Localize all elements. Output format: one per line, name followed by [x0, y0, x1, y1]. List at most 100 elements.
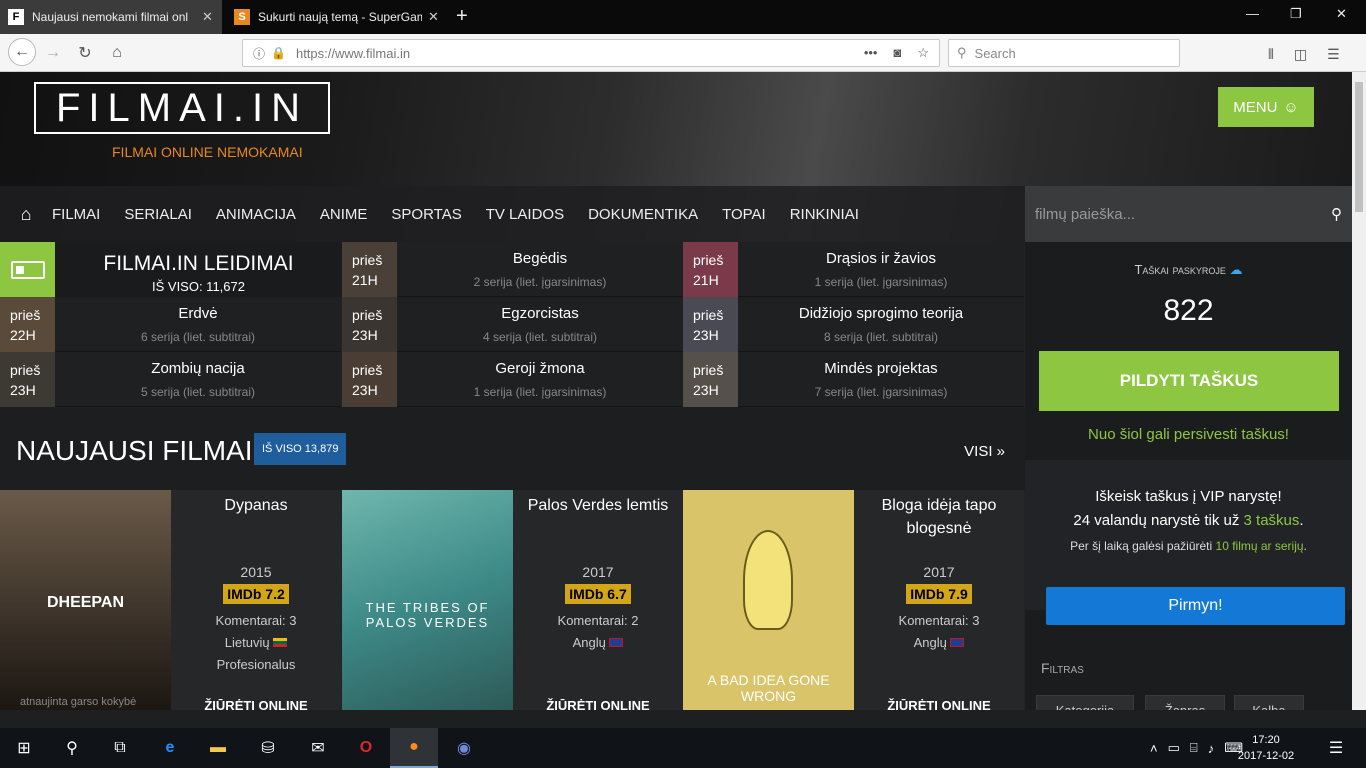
movie-card[interactable]: THE TRIBES OF PALOS VERDES Palos Verdes … — [342, 490, 683, 710]
see-all-link[interactable]: VISI » — [964, 443, 1005, 460]
page-scrollbar[interactable] — [1352, 72, 1366, 710]
minimize-icon[interactable]: — — [1246, 6, 1259, 21]
release-item[interactable]: prieš 21H Drąsios ir žavios 1 serija (lie… — [683, 242, 1024, 297]
address-bar[interactable]: ⓘ 🔒 https://www.filmai.in ••• ◙ ☆ — [242, 39, 940, 67]
battery-tray-icon[interactable]: ▭ — [1168, 740, 1180, 756]
search-icon[interactable]: ⚲ — [1331, 205, 1342, 223]
windows-start-icon[interactable]: ⊞ — [0, 728, 48, 768]
movie-card[interactable]: DHEEPAN atnaujinta garso kokybė Dypanas … — [0, 490, 341, 710]
task-view-icon[interactable]: ⧉ — [96, 728, 144, 768]
nav-tv-laidos[interactable]: TV LAIDOS — [486, 206, 564, 223]
release-thumb: prieš 21H — [342, 242, 397, 297]
sidebar-icon[interactable]: ◫ — [1294, 46, 1307, 63]
release-ago: prieš — [10, 362, 41, 378]
reload-icon[interactable]: ↻ — [72, 40, 98, 66]
filter-genre-button[interactable]: Žanras — [1145, 695, 1225, 710]
watch-online-button[interactable]: ŽIŪRĖTI ONLINE — [171, 698, 341, 710]
filter-category-button[interactable]: Kategorija — [1036, 695, 1134, 710]
release-name: Drąsios ir žavios — [825, 250, 937, 267]
library-icon[interactable]: ⫴ — [1268, 46, 1274, 63]
lightbulb-icon — [743, 530, 793, 630]
volume-icon[interactable]: ♪ — [1208, 741, 1215, 756]
edge-icon[interactable]: e — [146, 728, 194, 768]
poster-note: atnaujinta garso kokybė — [20, 696, 137, 708]
home-nav-icon[interactable]: ⌂ — [0, 204, 52, 225]
release-item[interactable]: prieš 23H Mindės projektas 7 serija (liet… — [683, 352, 1024, 407]
store-icon[interactable]: ⛁ — [244, 728, 292, 768]
release-ago: prieš — [693, 252, 724, 268]
release-item[interactable]: prieš 23H Egzorcistas 4 serija (liet. sub… — [342, 297, 683, 352]
scrollbar-thumb[interactable] — [1355, 82, 1363, 212]
nav-anime[interactable]: ANIME — [320, 206, 368, 223]
page-actions-icon[interactable]: ••• — [864, 45, 878, 61]
close-window-icon[interactable]: ✕ — [1336, 6, 1347, 22]
filter-language-button[interactable]: Kalba — [1234, 695, 1304, 710]
browser-tab-supergames[interactable]: S Sukurti naują temą - SuperGam ✕ — [226, 0, 448, 34]
restore-icon[interactable]: ❐ — [1290, 6, 1302, 22]
firefox-icon[interactable]: ● — [390, 728, 438, 768]
release-item[interactable]: prieš 23H Zombių nacija 5 serija (liet. s… — [0, 352, 341, 407]
nav-serialai[interactable]: SERIALAI — [124, 206, 192, 223]
bookmark-star-icon[interactable]: ☆ — [917, 45, 929, 61]
network-icon[interactable]: ⌸ — [1190, 740, 1198, 756]
opera-icon[interactable]: O — [342, 728, 390, 768]
system-clock[interactable]: 17:20 2017-12-02 — [1236, 732, 1296, 764]
search-icon[interactable]: ⚲ — [48, 728, 96, 768]
fill-points-button[interactable]: PILDYTI TAŠKUS — [1039, 351, 1339, 411]
movie-title[interactable]: Dypanas — [171, 494, 341, 554]
nav-rinkiniai[interactable]: RINKINIAI — [790, 206, 859, 223]
filter-title: Filtras — [1041, 660, 1084, 676]
user-icon: ☺ — [1283, 98, 1299, 116]
close-tab-icon[interactable]: ✕ — [428, 9, 439, 25]
release-thumb: prieš 23H — [683, 297, 738, 352]
clock-date: 2017-12-02 — [1237, 750, 1295, 762]
hamburger-menu-icon[interactable]: ☰ — [1327, 46, 1340, 63]
release-item[interactable]: prieš 23H Geroji žmona 1 serija (liet. įg… — [342, 352, 683, 407]
notifications-icon[interactable]: ☰ — [1312, 728, 1360, 768]
close-tab-icon[interactable]: ✕ — [202, 9, 213, 25]
release-ago: prieš — [693, 362, 724, 378]
movie-language: Lietuvių — [224, 635, 270, 650]
forward-icon[interactable]: → — [40, 40, 66, 66]
site-search-input[interactable]: filmų paieška... ⚲ — [1025, 186, 1352, 242]
tab-title: Naujausi nemokami filmai onl — [32, 10, 189, 24]
lt-flag-icon — [273, 638, 288, 647]
browser-tab-filmai[interactable]: F Naujausi nemokami filmai onl ✕ — [0, 0, 222, 34]
points-label: Taškai paskyroje — [1134, 262, 1226, 277]
mail-icon[interactable]: ✉ — [294, 728, 342, 768]
pocket-icon[interactable]: ◙ — [893, 45, 901, 61]
discord-icon[interactable]: ◉ — [440, 728, 488, 768]
home-icon[interactable]: ⌂ — [104, 40, 130, 66]
nav-animacija[interactable]: ANIMACIJA — [216, 206, 296, 223]
nav-dokumentika[interactable]: DOKUMENTIKA — [588, 206, 698, 223]
release-item[interactable]: prieš 23H Didžiojo sprogimo teorija 8 ser… — [683, 297, 1024, 352]
nav-sportas[interactable]: SPORTAS — [391, 206, 461, 223]
release-item[interactable]: prieš 21H Begėdis 2 serija (liet. įgarsin… — [342, 242, 683, 297]
vip-go-button[interactable]: Pirmyn! — [1046, 587, 1345, 625]
file-explorer-icon[interactable]: ▬ — [194, 728, 242, 768]
site-logo[interactable]: FILMAI.IN — [34, 82, 330, 134]
movie-title[interactable]: Palos Verdes lemtis — [513, 494, 683, 554]
movie-poster[interactable]: A BAD IDEA GONE WRONG — [683, 490, 854, 710]
movie-poster[interactable]: THE TRIBES OF PALOS VERDES — [342, 490, 513, 710]
watch-online-button[interactable]: ŽIŪRĖTI ONLINE — [854, 698, 1024, 710]
info-icon[interactable]: ⓘ — [253, 45, 265, 62]
watch-online-button[interactable]: ŽIŪRĖTI ONLINE — [513, 698, 683, 710]
back-icon[interactable]: ← — [8, 38, 36, 66]
movie-title[interactable]: Bloga idėja tapo blogesnė — [854, 494, 1024, 554]
release-thumb: prieš 23H — [683, 352, 738, 407]
browser-toolbar: ← → ↻ ⌂ ⓘ 🔒 https://www.filmai.in ••• ◙ … — [0, 34, 1366, 72]
movie-card[interactable]: A BAD IDEA GONE WRONG Bloga idėja tapo b… — [683, 490, 1024, 710]
url-text[interactable]: https://www.filmai.in — [296, 46, 864, 61]
nav-filmai[interactable]: FILMAI — [52, 206, 100, 223]
release-item[interactable]: prieš 22H Erdvė 6 serija (liet. subtitrai… — [0, 297, 341, 352]
nav-topai[interactable]: TOPAI — [722, 206, 766, 223]
menu-button[interactable]: MENU ☺ — [1218, 87, 1314, 127]
movie-poster[interactable]: DHEEPAN atnaujinta garso kokybė — [0, 490, 171, 710]
show-hidden-icons-icon[interactable]: ˄ — [1150, 741, 1158, 756]
new-tab-icon[interactable]: + — [456, 5, 468, 28]
release-thumb: prieš 23H — [342, 352, 397, 407]
movie-language: Anglų — [913, 635, 947, 650]
browser-search-box[interactable]: ⚲ Search — [948, 39, 1180, 67]
imdb-rating: IMDb 7.9 — [906, 584, 972, 604]
